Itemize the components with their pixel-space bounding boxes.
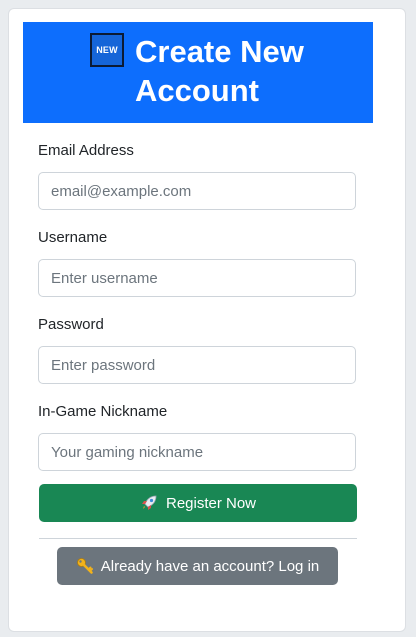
username-input[interactable] — [38, 259, 356, 297]
nickname-field-group: In-Game Nickname — [38, 401, 358, 471]
password-field-group: Password — [38, 314, 358, 384]
email-label: Email Address — [38, 142, 134, 159]
divider — [39, 538, 357, 539]
password-label: Password — [38, 316, 104, 333]
register-button-label: Register Now — [165, 494, 257, 512]
page-title: Create New Account — [135, 34, 304, 108]
new-badge-icon: NEW — [90, 33, 124, 67]
rocket-icon — [140, 494, 158, 512]
email-input[interactable] — [38, 172, 356, 210]
card-header: NEW Create New Account — [23, 22, 373, 123]
login-link-button[interactable]: Already have an account? Log in — [57, 547, 338, 585]
email-field-group: Email Address — [38, 140, 358, 210]
nickname-label: In-Game Nickname — [38, 403, 168, 420]
key-icon — [76, 557, 94, 575]
username-label: Username — [38, 229, 108, 246]
username-field-group: Username — [38, 227, 358, 297]
nickname-input[interactable] — [38, 433, 356, 471]
password-input[interactable] — [38, 346, 356, 384]
login-button-label: Already have an account? Log in — [100, 557, 320, 575]
registration-form: Email Address Username Password In-Game … — [38, 140, 358, 488]
register-button[interactable]: Register Now — [39, 484, 357, 522]
